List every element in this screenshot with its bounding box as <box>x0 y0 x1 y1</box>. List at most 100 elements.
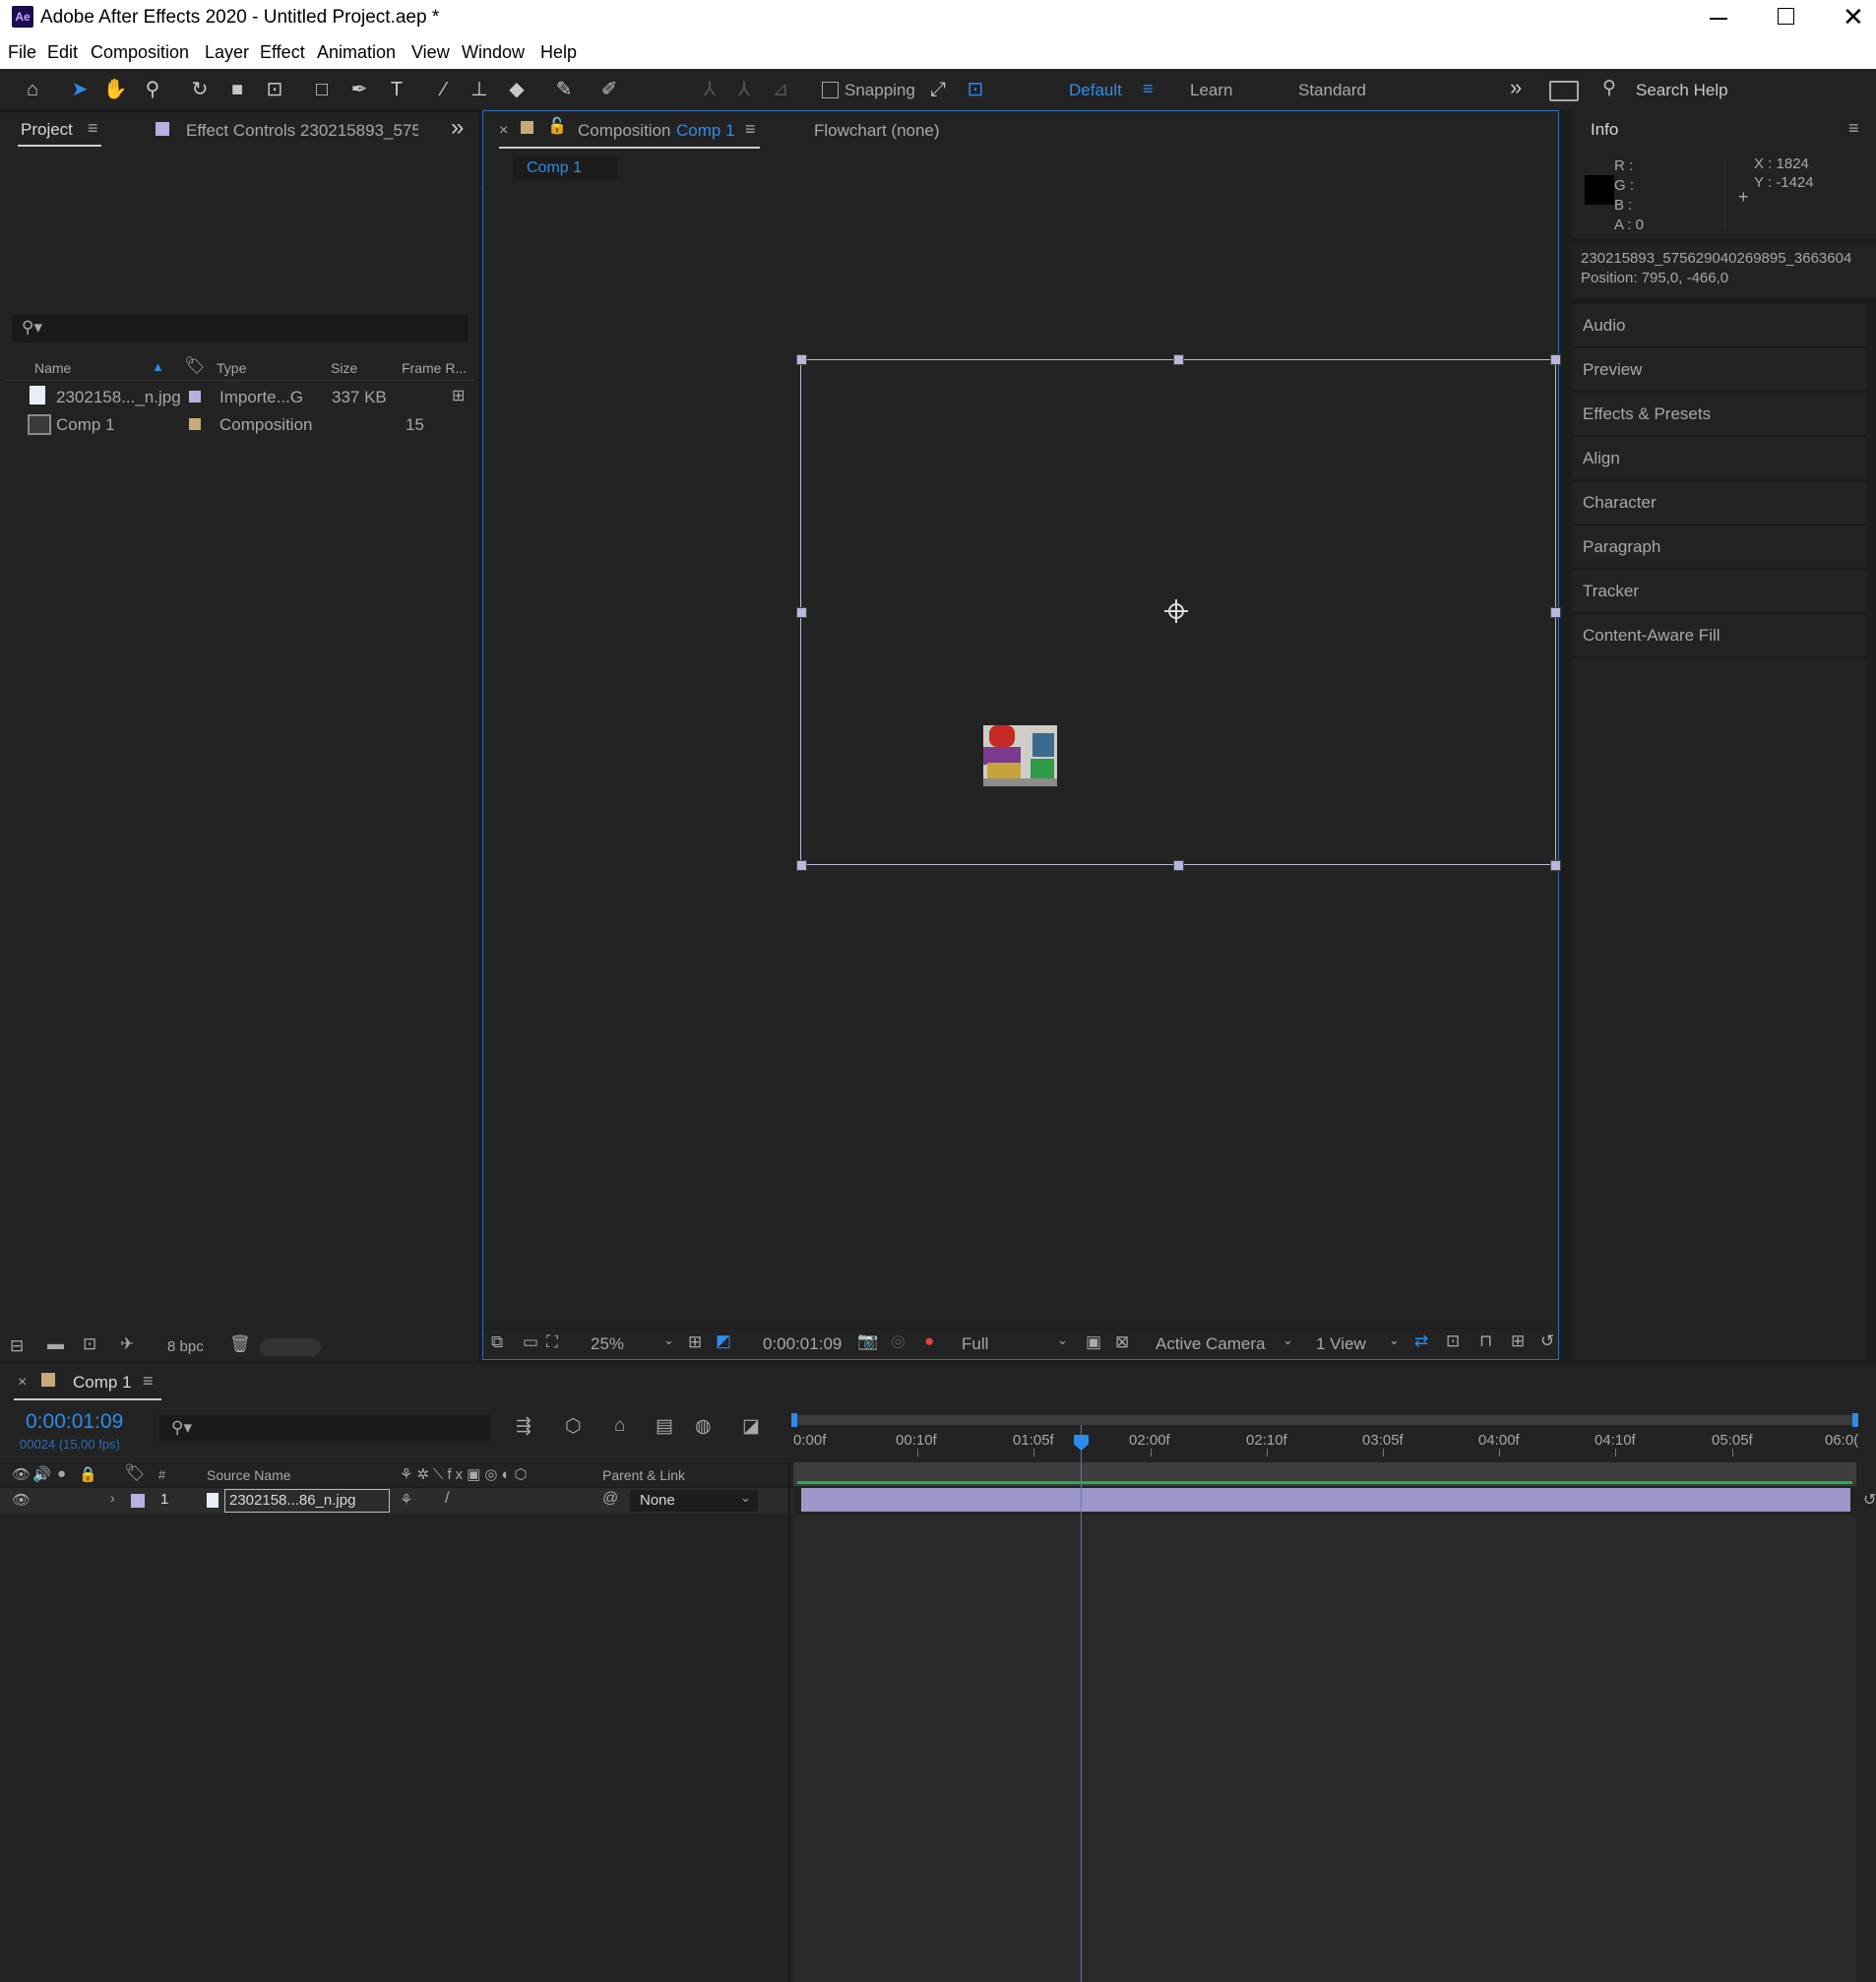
new-composition-icon[interactable]: ⊡ <box>83 1334 96 1354</box>
info-menu-icon[interactable]: ≡ <box>1848 118 1859 139</box>
col-parent-link[interactable]: Parent & Link <box>602 1467 685 1483</box>
zoom-tool-icon[interactable]: ⚲ <box>140 77 165 102</box>
pick-whip-icon[interactable]: @ <box>602 1490 618 1508</box>
panel-section-content-aware-fill[interactable]: Content-Aware Fill <box>1573 614 1866 658</box>
work-area-end-handle[interactable] <box>1852 1413 1858 1427</box>
close-tab-icon[interactable]: × <box>499 122 508 140</box>
layer-name-field[interactable]: 2302158...86_n.jpg <box>224 1489 390 1513</box>
sync-settings-icon[interactable] <box>1549 81 1579 101</box>
menu-help[interactable]: Help <box>540 42 577 63</box>
camera-tool-icon[interactable]: ■ <box>224 77 250 102</box>
work-area-bar[interactable] <box>793 1415 1856 1425</box>
rotate-tool-icon[interactable]: ↻ <box>187 77 213 102</box>
menu-view[interactable]: View <box>411 42 450 63</box>
close-tab-icon[interactable]: × <box>18 1374 27 1392</box>
anchor-point-icon[interactable] <box>1164 599 1188 623</box>
menu-edit[interactable]: Edit <box>47 42 78 63</box>
eraser-tool-icon[interactable]: ◆ <box>504 77 530 102</box>
playhead-handle[interactable] <box>1074 1435 1089 1451</box>
zoom-dropdown[interactable]: 25% <box>591 1334 624 1354</box>
axis-local-icon[interactable]: ⅄ <box>697 77 722 102</box>
label-swatch[interactable] <box>189 391 201 403</box>
region-of-interest-icon[interactable]: ◩ <box>716 1332 731 1351</box>
brush-tool-icon[interactable]: ⁄ <box>431 77 457 102</box>
show-snapshot-icon[interactable]: ◎ <box>891 1332 906 1351</box>
lock-icon[interactable]: 🔓 <box>547 116 567 136</box>
panel-section-audio[interactable]: Audio <box>1573 304 1866 348</box>
view-layout-dropdown[interactable]: 1 View <box>1316 1334 1366 1354</box>
camera-dropdown[interactable]: Active Camera <box>1156 1334 1265 1354</box>
menu-composition[interactable]: Composition <box>91 42 189 63</box>
transform-handle[interactable] <box>796 607 807 618</box>
axis-view-icon[interactable]: ⊿ <box>768 77 793 102</box>
panel-section-tracker[interactable]: Tracker <box>1573 570 1866 614</box>
toggle-pixel-aspect-icon[interactable]: ⇄ <box>1414 1332 1428 1351</box>
project-menu-icon[interactable]: ≡ <box>88 118 98 139</box>
clone-stamp-tool-icon[interactable]: ⊥ <box>467 77 492 102</box>
home-icon[interactable]: ⌂ <box>20 77 45 102</box>
transform-handle[interactable] <box>1173 354 1184 365</box>
quality-switch-icon[interactable]: / <box>445 1490 449 1508</box>
chevron-down-icon[interactable]: ⌄ <box>1389 1332 1400 1348</box>
col-size[interactable]: Size <box>331 360 357 376</box>
visibility-eye-icon[interactable]: 👁 <box>12 1491 31 1509</box>
roto-brush-tool-icon[interactable]: ✎ <box>551 77 577 102</box>
comp-flowchart-icon[interactable]: ⊓ <box>1479 1332 1492 1351</box>
col-source-name[interactable]: Source Name <box>207 1467 291 1483</box>
expand-chevron-icon[interactable]: › <box>110 1490 115 1506</box>
channel-icon[interactable]: ● <box>924 1332 934 1351</box>
chevron-down-icon[interactable]: ⌄ <box>1057 1332 1068 1348</box>
timeline-current-time[interactable]: 0:00:01:09 <box>26 1410 123 1434</box>
thumbnail-slider[interactable] <box>260 1338 321 1356</box>
fit-icon[interactable]: ⊞ <box>688 1332 702 1352</box>
composition-mini-flowchart-icon[interactable]: ⇶ <box>516 1415 532 1438</box>
chevron-down-icon[interactable]: ⌄ <box>1282 1332 1293 1348</box>
col-frame-rate[interactable]: Frame R... <box>402 360 467 376</box>
maximize-icon[interactable] <box>1778 8 1794 25</box>
snapshot-icon[interactable]: 📷 <box>857 1332 878 1351</box>
delete-icon[interactable]: 🗑 <box>229 1334 251 1354</box>
always-preview-icon[interactable]: ⧉ <box>491 1332 503 1352</box>
transform-handle[interactable] <box>1550 354 1561 365</box>
menu-file[interactable]: File <box>8 42 36 63</box>
snap-features-icon[interactable]: ⊡ <box>963 77 988 102</box>
selection-tool-icon[interactable]: ➤ <box>67 77 93 102</box>
timeline-menu-icon[interactable]: ≡ <box>143 1371 154 1392</box>
timeline-tab-name[interactable]: Comp 1 <box>73 1373 132 1393</box>
col-name[interactable]: Name <box>34 360 71 376</box>
pan-behind-tool-icon[interactable]: ⊡ <box>262 77 287 102</box>
fast-previews-icon[interactable]: ▣ <box>1086 1332 1101 1352</box>
layer-image[interactable] <box>983 725 1057 786</box>
snap-edges-icon[interactable]: ⤢ <box>925 77 951 102</box>
comp-tab-name[interactable]: Comp 1 <box>676 121 735 141</box>
panel-overflow-icon[interactable]: » <box>451 114 464 142</box>
pen-tool-icon[interactable]: ✒ <box>346 77 372 102</box>
hand-tool-icon[interactable]: ✋ <box>102 77 128 102</box>
parent-dropdown[interactable]: None ⌄ <box>630 1490 758 1512</box>
workspace-learn[interactable]: Learn <box>1190 81 1232 100</box>
interpret-footage-icon[interactable]: ⊟ <box>10 1336 24 1356</box>
graph-editor-icon[interactable]: ◪ <box>742 1415 760 1438</box>
new-folder-icon[interactable]: ▬ <box>47 1334 64 1354</box>
label-swatch[interactable] <box>189 418 201 430</box>
transform-handle[interactable] <box>1173 860 1184 871</box>
snapping-checkbox[interactable] <box>822 82 839 98</box>
project-item-row[interactable]: 2302158..._n.jpg Importe...G 337 KB ⊞ <box>4 383 474 410</box>
menu-window[interactable]: Window <box>462 42 525 63</box>
bpc-button[interactable]: 8 bpc <box>167 1338 204 1355</box>
more-workspaces-icon[interactable]: » <box>1510 75 1522 100</box>
transparency-grid-icon[interactable]: ⊠ <box>1115 1332 1129 1352</box>
minimize-icon[interactable] <box>1710 18 1727 20</box>
flowchart-icon[interactable]: ⊞ <box>1511 1332 1525 1351</box>
frame-blending-icon[interactable]: ▤ <box>656 1415 673 1438</box>
layer-duration-bar[interactable] <box>801 1488 1850 1512</box>
transform-handle[interactable] <box>796 354 807 365</box>
transform-handle[interactable] <box>1550 607 1561 618</box>
project-item-row[interactable]: Comp 1 Composition 15 <box>4 411 474 439</box>
panel-section-align[interactable]: Align <box>1573 437 1866 481</box>
close-icon[interactable]: ✕ <box>1843 2 1864 32</box>
flowchart-icon[interactable]: ⊞ <box>452 386 465 405</box>
reset-exposure-icon[interactable]: ↺ <box>1540 1332 1554 1351</box>
panel-section-preview[interactable]: Preview <box>1573 348 1866 393</box>
rectangle-tool-icon[interactable]: □ <box>309 77 335 102</box>
